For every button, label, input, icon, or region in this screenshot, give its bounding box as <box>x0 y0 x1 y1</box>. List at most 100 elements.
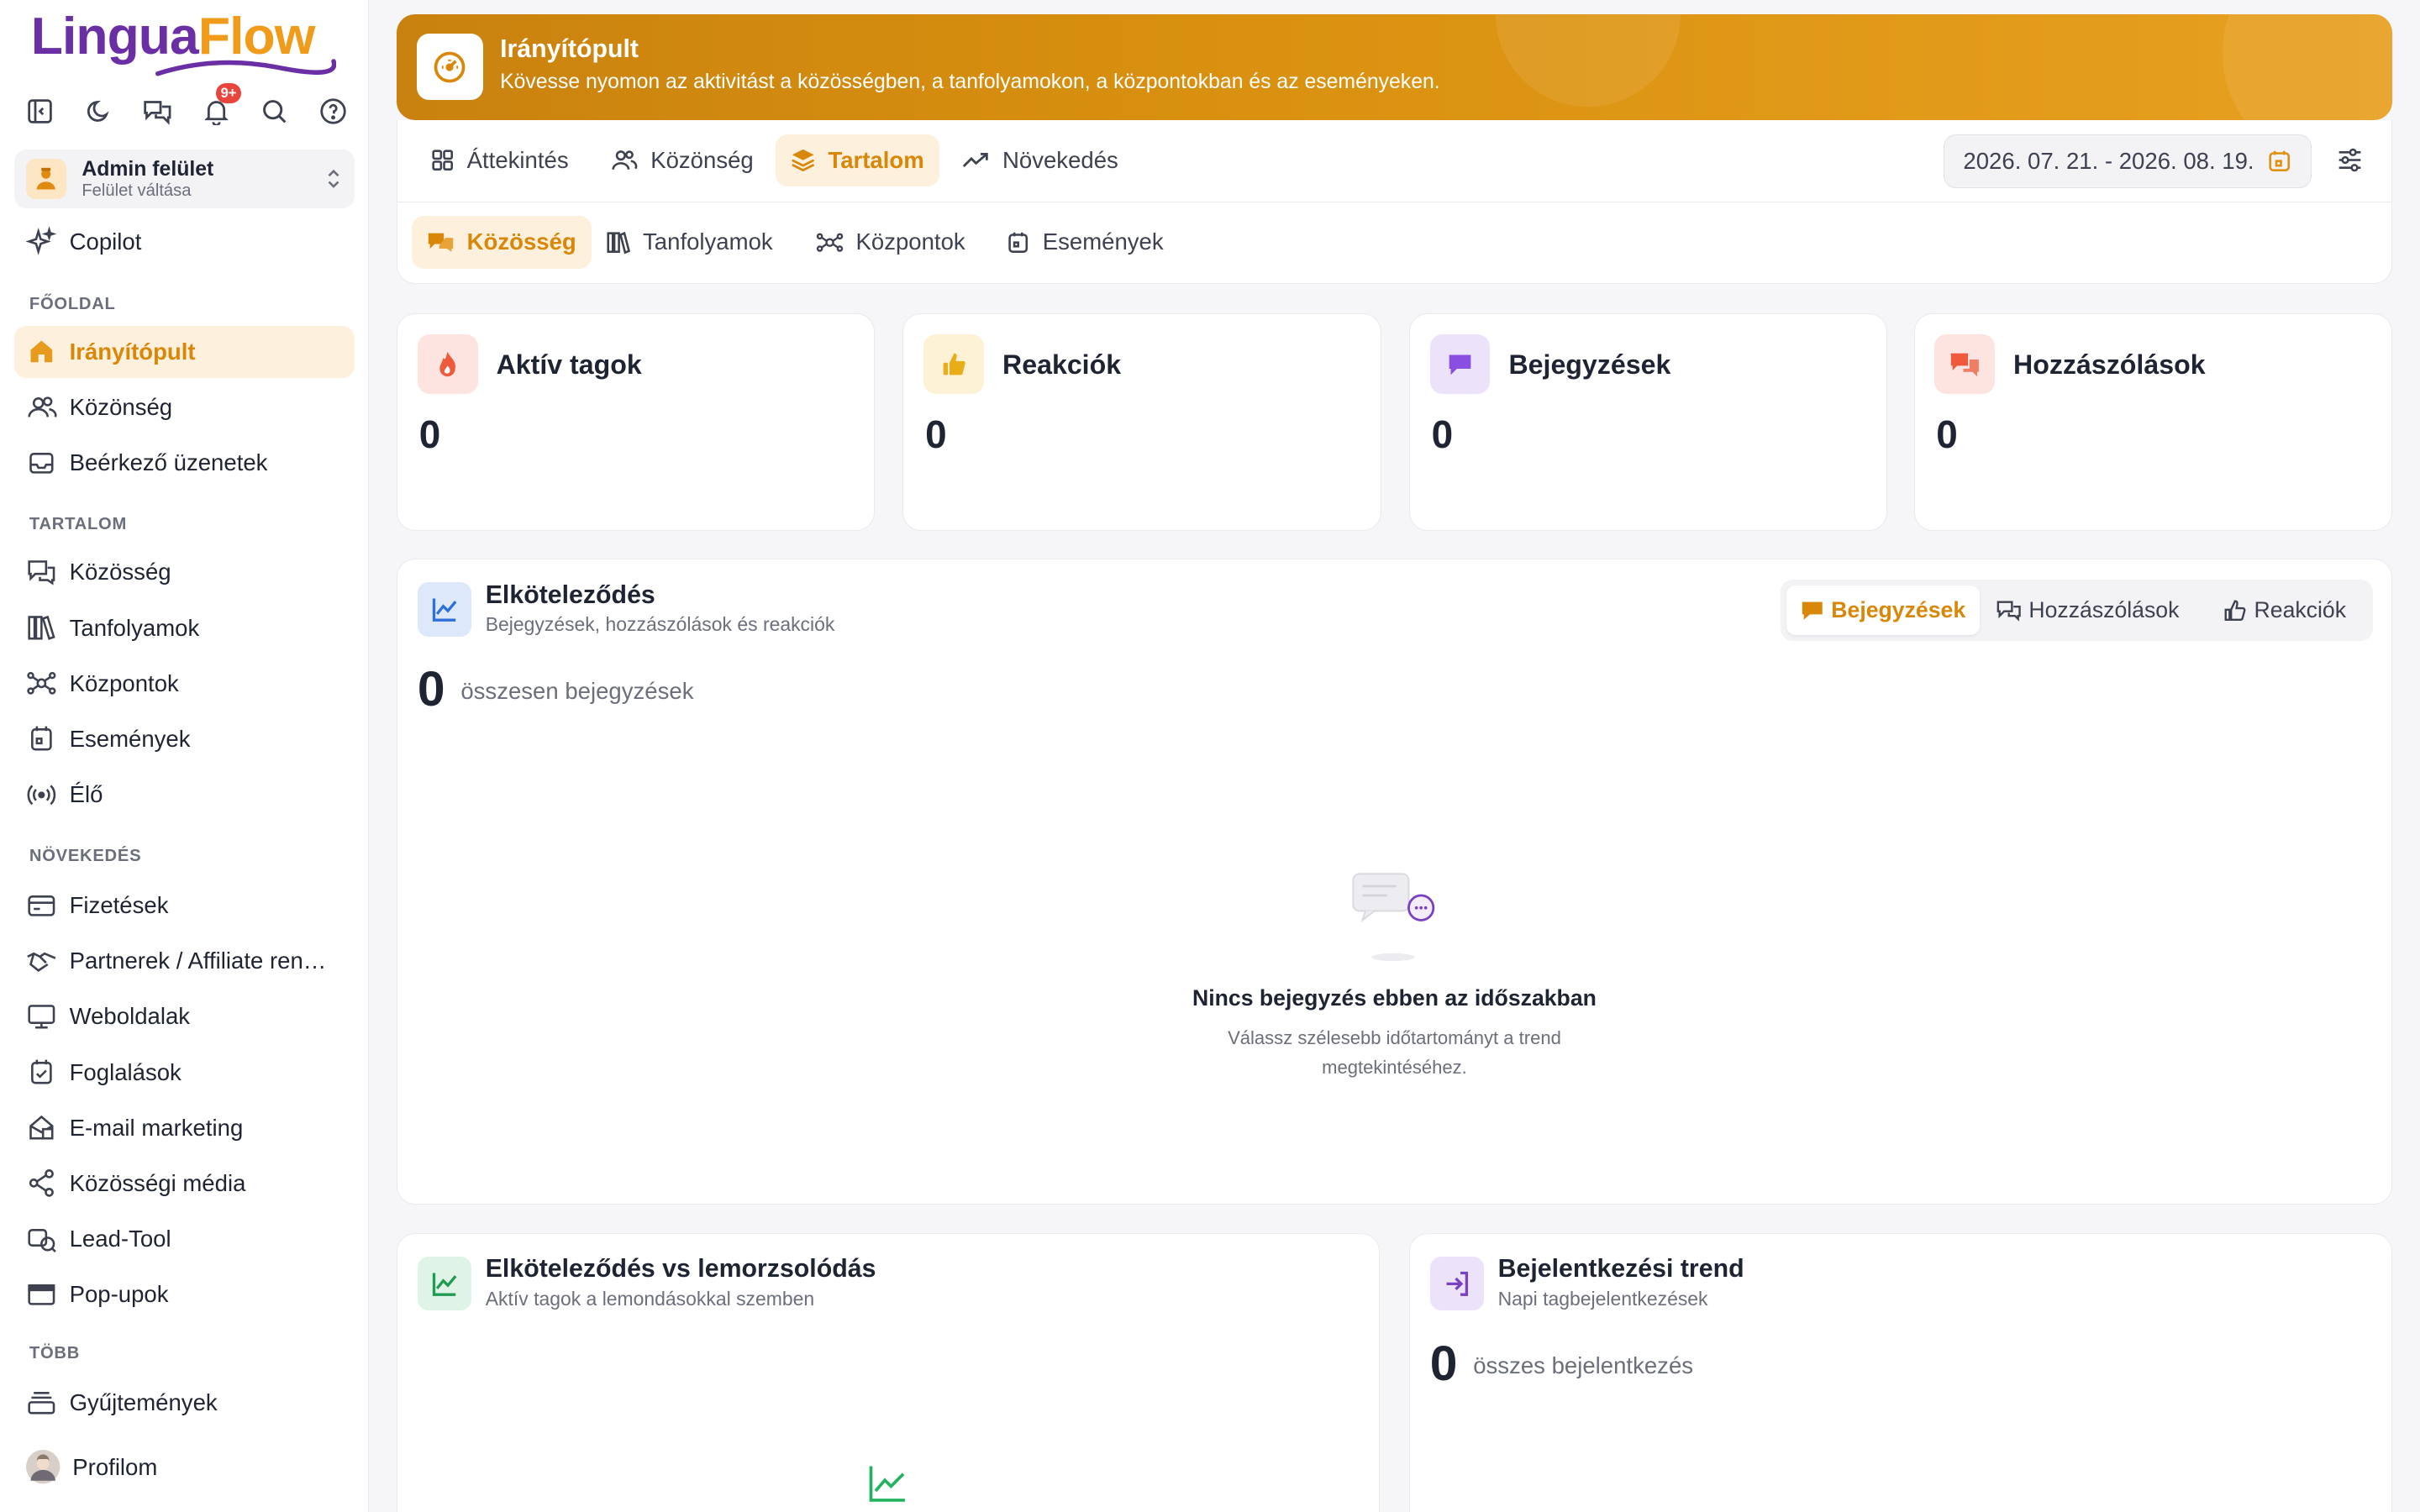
sidebar-item-affiliates[interactable]: Partnerek / Affiliate ren… <box>14 935 355 987</box>
sparkle-icon <box>26 226 57 255</box>
tab-label: Áttekintés <box>466 146 569 173</box>
notifications-icon[interactable]: 9+ <box>197 83 241 129</box>
inbox-icon <box>29 452 54 474</box>
sidebar-item-label: Tanfolyamok <box>69 614 200 641</box>
sidebar-item-copilot[interactable]: Copilot <box>14 216 355 268</box>
toggle-reactions[interactable]: Reakciók <box>2209 585 2360 635</box>
layers-icon <box>792 150 815 172</box>
card-title: Bejelentkezési trend <box>1497 1255 1744 1284</box>
handshake-icon <box>27 952 56 972</box>
toggle-label: Reakciók <box>2254 596 2347 622</box>
tab-panel: Áttekintés Közönség Tartalom Növekedés 2… <box>397 120 2392 284</box>
tab-overview[interactable]: Áttekintés <box>414 134 584 186</box>
sidebar-item-label: Fizetések <box>69 892 169 919</box>
metric-toggle: Bejegyzések Hozzászólások Reakciók <box>1780 579 2373 642</box>
sidebar-item-community[interactable]: Közösség <box>14 546 355 598</box>
sidebar-item-label: Pop-upok <box>69 1280 169 1307</box>
sidebar-item-lead[interactable]: Lead-Tool <box>14 1213 355 1265</box>
message-square-icon <box>1429 333 1491 395</box>
share-icon <box>29 1169 55 1198</box>
subtab-community[interactable]: Közösség <box>411 216 592 269</box>
sidebar-item-bookings[interactable]: Foglalások <box>14 1046 355 1098</box>
section-main: FŐOLDAL <box>29 294 116 313</box>
card-subtitle: Aktív tagok a lemondásokkal szemben <box>485 1287 815 1310</box>
messages-icon[interactable] <box>139 92 176 129</box>
sidebar-item-label: Weboldalak <box>69 1003 191 1030</box>
grid-icon <box>431 150 453 171</box>
total-label: összes bejelentkezés <box>1473 1352 1694 1378</box>
stat-card-comments: Hozzászólások 0 <box>1913 312 2392 531</box>
tab-label: Központok <box>855 228 965 255</box>
subtab-hubs[interactable]: Központok <box>800 216 981 268</box>
calendar-icon <box>31 727 52 751</box>
sidebar-item-live[interactable]: Élő <box>14 769 355 821</box>
tab-audience[interactable]: Közönség <box>595 134 769 186</box>
sidebar-toolbar: 9+ <box>22 83 352 129</box>
chevron-updown-icon <box>328 170 339 189</box>
calendar-icon <box>2269 150 2291 172</box>
tab-growth[interactable]: Növekedés <box>947 134 1134 186</box>
calendar-check-icon <box>31 1059 52 1084</box>
sidebar-item-label: Partnerek / Affiliate ren… <box>69 948 327 974</box>
calendar-icon <box>1007 232 1028 253</box>
admin-avatar-icon <box>26 159 66 199</box>
tab-content[interactable]: Tartalom <box>776 134 940 187</box>
stat-value: 0 <box>1431 412 1454 456</box>
sidebar-item-label: Központok <box>69 669 179 696</box>
sidebar-item-audience[interactable]: Közönség <box>14 381 355 433</box>
sidebar-item-courses[interactable]: Tanfolyamok <box>14 601 355 654</box>
sidebar-item-social[interactable]: Közösségi média <box>14 1158 355 1210</box>
sidebar-item-profile[interactable]: Profilom <box>14 1441 355 1493</box>
comments-icon <box>1934 333 1995 395</box>
toggle-label: Bejegyzések <box>1831 596 1966 622</box>
collapse-sidebar-icon[interactable] <box>22 92 59 129</box>
card-subtitle: Napi tagbejelentkezések <box>1497 1287 1708 1310</box>
subtab-courses[interactable]: Tanfolyamok <box>591 216 788 268</box>
sidebar-item-payments[interactable]: Fizetések <box>14 879 355 932</box>
stat-title: Hozzászólások <box>2013 349 2206 381</box>
stat-card-active-members: Aktív tagok 0 <box>397 312 876 531</box>
page-subtitle: Kövesse nyomon az aktivitást a közösségb… <box>500 71 1440 94</box>
tab-label: Tanfolyamok <box>643 228 773 255</box>
card-subtitle: Bejegyzések, hozzászólások és reakciók <box>485 613 835 636</box>
sidebar-item-label: Beérkező üzenetek <box>69 449 268 475</box>
sidebar-item-label: Foglalások <box>69 1058 182 1085</box>
books-icon <box>28 616 55 641</box>
sidebar-item-label: Közösség <box>69 559 171 585</box>
sidebar-item-label: Copilot <box>69 228 142 255</box>
hub-network-icon <box>27 672 56 696</box>
sidebar-item-inbox[interactable]: Beérkező üzenetek <box>14 437 355 489</box>
stat-title: Reakciók <box>1002 349 1122 381</box>
empty-state-subtitle: Válassz szélesebb időtartományt a trend … <box>1228 1026 1561 1078</box>
toggle-posts[interactable]: Bejegyzések <box>1786 585 1980 635</box>
help-icon[interactable] <box>315 92 352 129</box>
dark-mode-icon[interactable] <box>80 92 117 129</box>
sidebar-item-events[interactable]: Események <box>14 713 355 765</box>
sidebar-item-websites[interactable]: Weboldalak <box>14 990 355 1042</box>
subtab-events[interactable]: Események <box>990 216 1179 268</box>
sidebar-item-dashboard[interactable]: Irányítópult <box>13 325 355 378</box>
engagement-vs-churn-card: Elköteleződés vs lemorzsolódás Aktív tag… <box>397 1232 1380 1512</box>
tab-label: Közönség <box>650 146 754 173</box>
total-value: 0 <box>1429 1336 1458 1391</box>
sidebar-item-label: Gyűjtemények <box>69 1389 218 1415</box>
date-range-picker[interactable]: 2026. 07. 21. - 2026. 08. 19. <box>1944 134 2312 189</box>
sidebar-item-label: Közösségi média <box>69 1169 246 1196</box>
lead-magnet-icon <box>28 1228 56 1252</box>
sidebar-item-email[interactable]: E-mail marketing <box>14 1101 355 1153</box>
section-content: TARTALOM <box>29 515 128 534</box>
switcher-title: Admin felület <box>82 157 214 181</box>
credit-card-icon <box>28 895 55 916</box>
sidebar-item-collections[interactable]: Gyűjtemények <box>14 1376 355 1428</box>
message-square-icon <box>1802 601 1823 620</box>
line-chart-placeholder-icon <box>870 1466 906 1503</box>
stack-icon <box>28 1392 55 1415</box>
page-header-banner: Irányítópult Kövesse nyomon az aktivitás… <box>397 13 2392 121</box>
sidebar-item-popups[interactable]: Pop-upok <box>14 1268 355 1320</box>
filter-settings-icon[interactable] <box>2336 146 2364 181</box>
sidebar-item-hubs[interactable]: Központok <box>14 657 355 709</box>
search-icon[interactable] <box>256 92 293 129</box>
toggle-comments[interactable]: Hozzászólások <box>1982 585 2193 635</box>
chat-bubbles-icon <box>28 560 55 585</box>
workspace-switcher[interactable]: Admin felület Felület váltása <box>13 150 355 208</box>
